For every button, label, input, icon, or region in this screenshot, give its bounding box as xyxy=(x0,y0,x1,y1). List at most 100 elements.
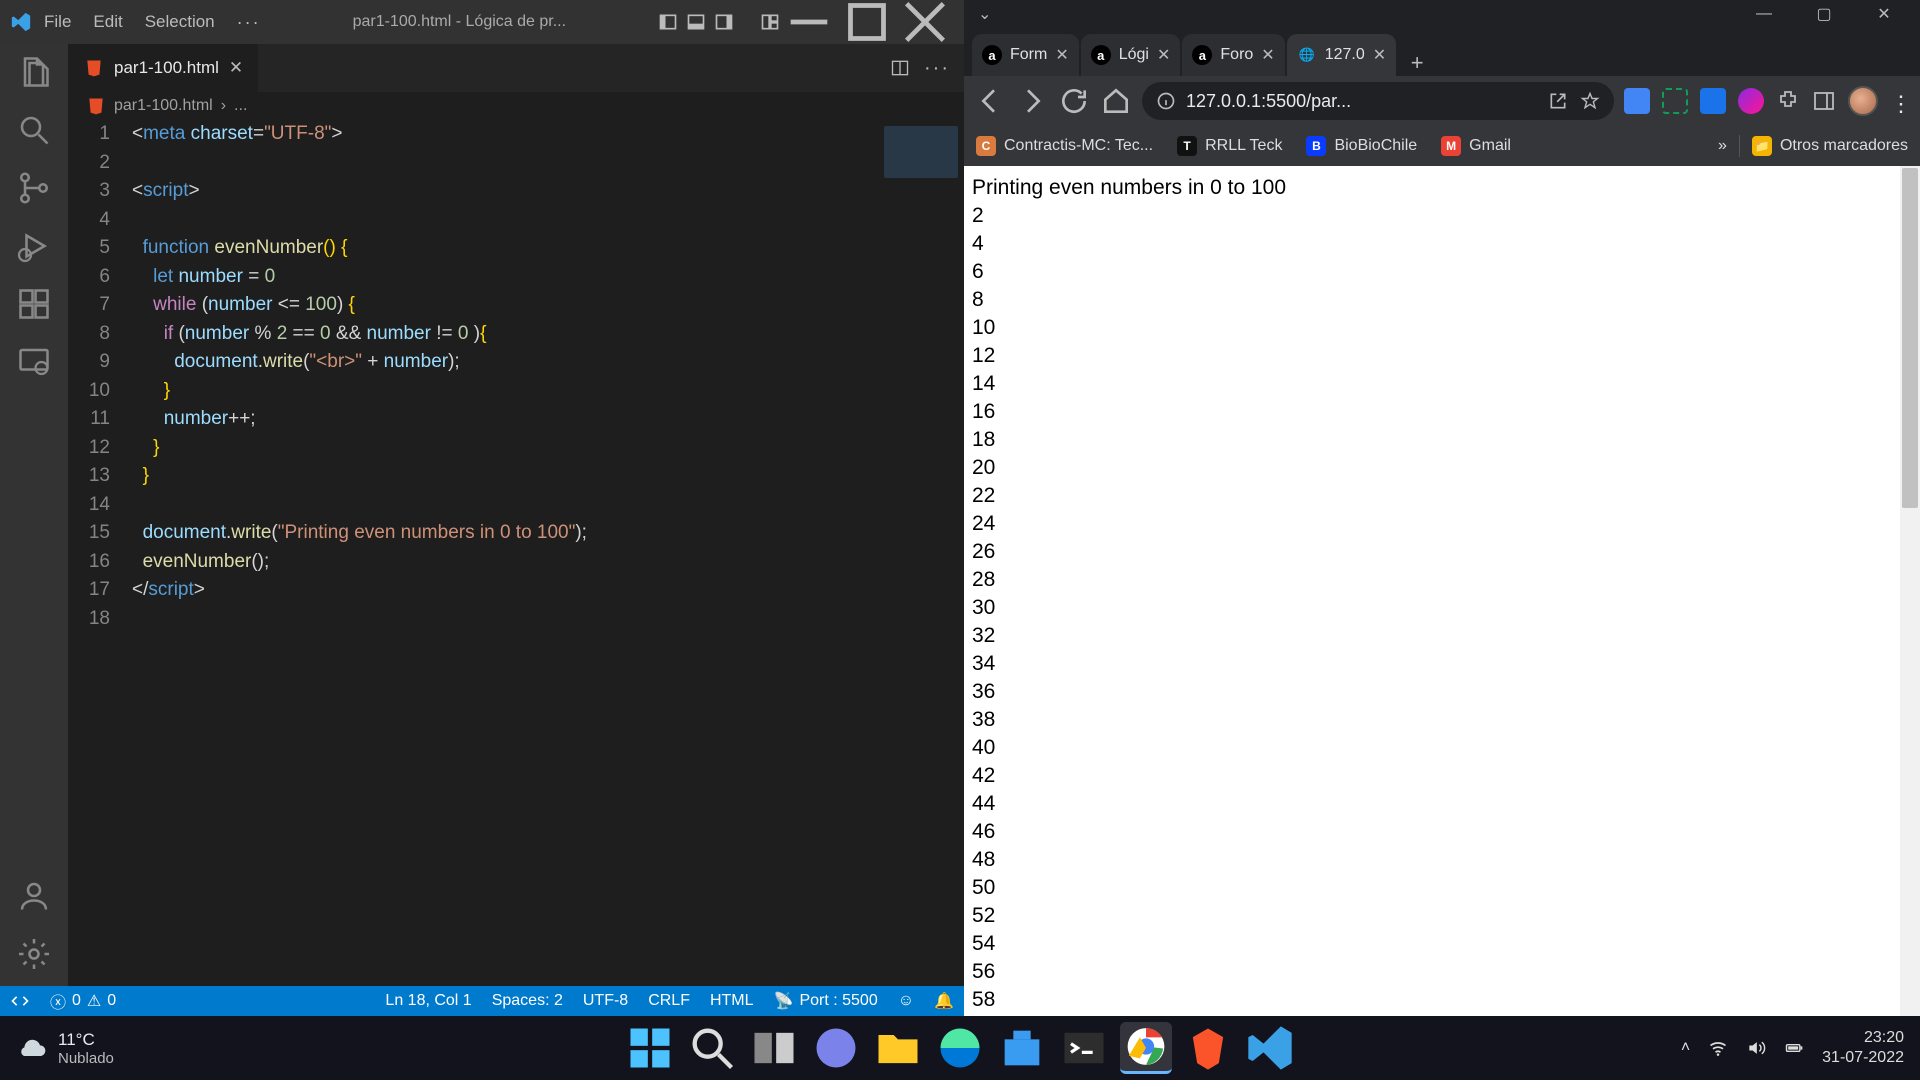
status-feedback-icon[interactable]: ☺ xyxy=(898,992,914,1010)
forward-button[interactable] xyxy=(1016,85,1048,117)
bookmark-item[interactable]: CContractis-MC: Tec... xyxy=(976,136,1153,156)
vscode-window: File Edit Selection ··· par1-100.html - … xyxy=(0,0,964,1016)
breadcrumb[interactable]: par1-100.html › ... xyxy=(68,92,964,120)
browser-tab[interactable]: a Form ✕ xyxy=(972,34,1079,76)
store-icon[interactable] xyxy=(996,1022,1048,1074)
taskbar-center xyxy=(624,1022,1296,1074)
maximize-button[interactable]: ▢ xyxy=(1794,0,1854,28)
menu-file[interactable]: File xyxy=(44,12,71,32)
translate-extension-icon[interactable] xyxy=(1624,88,1650,114)
minimize-button[interactable]: ― xyxy=(1734,0,1794,28)
scrollbar-thumb[interactable] xyxy=(1902,168,1918,508)
status-bar: ⓧ0 ⚠0 Ln 18, Col 1 Spaces: 2 UTF-8 CRLF … xyxy=(0,986,964,1016)
output-number: 32 xyxy=(972,622,1912,650)
tab-close-icon[interactable]: ✕ xyxy=(1261,45,1274,65)
code-content[interactable]: <meta charset="UTF-8"><script> function … xyxy=(132,120,878,986)
search-icon[interactable] xyxy=(16,112,52,148)
edge-icon[interactable] xyxy=(934,1022,986,1074)
volume-icon[interactable] xyxy=(1746,1038,1766,1058)
site-info-icon[interactable] xyxy=(1156,91,1176,111)
tab-close-icon[interactable]: ✕ xyxy=(1373,45,1386,65)
editor-tab-par1-100[interactable]: par1-100.html ✕ xyxy=(68,44,258,92)
other-bookmarks[interactable]: 📁 Otros marcadores xyxy=(1752,136,1908,156)
bookmark-item[interactable]: BBioBioChile xyxy=(1306,136,1417,156)
side-panel-icon[interactable] xyxy=(1812,89,1836,113)
bookmark-star-icon[interactable] xyxy=(1580,91,1600,111)
search-tabs-icon[interactable]: ⌄ xyxy=(978,4,991,24)
layout-customize-icon[interactable] xyxy=(760,12,780,32)
remote-explorer-icon[interactable] xyxy=(16,344,52,380)
weather-widget[interactable]: 11°C Nublado xyxy=(16,1030,114,1067)
settings-gear-icon[interactable] xyxy=(16,936,52,972)
status-language[interactable]: HTML xyxy=(710,992,754,1010)
terminal-icon[interactable] xyxy=(1058,1022,1110,1074)
menu-more-icon[interactable]: ··· xyxy=(237,12,261,33)
file-explorer-icon[interactable] xyxy=(872,1022,924,1074)
profile-avatar[interactable] xyxy=(1848,86,1878,116)
extensions-puzzle-icon[interactable] xyxy=(1776,89,1800,113)
vscode-taskbar-icon[interactable] xyxy=(1244,1022,1296,1074)
taskbar-search-icon[interactable] xyxy=(686,1022,738,1074)
maximize-button[interactable] xyxy=(838,0,896,44)
extension-icon[interactable] xyxy=(1738,88,1764,114)
status-bell-icon[interactable]: 🔔 xyxy=(934,991,954,1011)
back-button[interactable] xyxy=(974,85,1006,117)
explorer-icon[interactable] xyxy=(16,54,52,90)
tab-close-icon[interactable]: ✕ xyxy=(1055,45,1068,65)
code-editor[interactable]: 123456789101112131415161718 <meta charse… xyxy=(68,120,878,986)
status-live-server[interactable]: 📡Port : 5500 xyxy=(774,991,878,1011)
layout-panel-right-icon[interactable] xyxy=(714,12,734,32)
status-lncol[interactable]: Ln 18, Col 1 xyxy=(385,992,471,1010)
source-control-icon[interactable] xyxy=(16,170,52,206)
tab-close-icon[interactable]: ✕ xyxy=(229,58,243,78)
chat-icon[interactable] xyxy=(810,1022,862,1074)
close-button[interactable] xyxy=(896,0,954,44)
more-actions-icon[interactable]: ··· xyxy=(924,57,950,80)
chrome-menu-icon[interactable]: ⋮ xyxy=(1890,91,1910,111)
reload-button[interactable] xyxy=(1058,85,1090,117)
status-encoding[interactable]: UTF-8 xyxy=(583,992,628,1010)
tray-overflow-icon[interactable]: ˄ xyxy=(1681,1039,1690,1057)
address-bar[interactable]: 127.0.0.1:5500/par... xyxy=(1142,82,1614,120)
page-header-text: Printing even numbers in 0 to 100 xyxy=(972,174,1912,202)
menu-edit[interactable]: Edit xyxy=(93,12,122,32)
browser-tab[interactable]: a Foro ✕ xyxy=(1182,34,1284,76)
page-scrollbar[interactable] xyxy=(1900,166,1920,1016)
bookmarks-overflow-icon[interactable]: » xyxy=(1718,137,1727,155)
output-number: 38 xyxy=(972,706,1912,734)
remote-indicator[interactable] xyxy=(10,991,30,1011)
minimap[interactable] xyxy=(878,120,964,986)
download-extension-icon[interactable] xyxy=(1700,88,1726,114)
wifi-icon[interactable] xyxy=(1708,1038,1728,1058)
browser-tab[interactable]: a Lógi ✕ xyxy=(1081,34,1181,76)
problems-indicator[interactable]: ⓧ0 ⚠0 xyxy=(50,989,116,1013)
taskbar-clock[interactable]: 23:20 31-07-2022 xyxy=(1822,1028,1904,1068)
battery-icon[interactable] xyxy=(1784,1038,1804,1058)
bookmark-item[interactable]: MGmail xyxy=(1441,136,1511,156)
share-icon[interactable] xyxy=(1548,91,1568,111)
chrome-taskbar-icon[interactable] xyxy=(1120,1022,1172,1074)
browser-tab[interactable]: 🌐 127.0 ✕ xyxy=(1287,34,1396,76)
minimize-button[interactable] xyxy=(780,0,838,44)
brave-icon[interactable] xyxy=(1182,1022,1234,1074)
accounts-icon[interactable] xyxy=(16,878,52,914)
menu-selection[interactable]: Selection xyxy=(145,12,215,32)
tab-favicon-icon: a xyxy=(1192,45,1212,65)
run-debug-icon[interactable] xyxy=(16,228,52,264)
home-button[interactable] xyxy=(1100,85,1132,117)
status-eol[interactable]: CRLF xyxy=(648,992,690,1010)
extensions-icon[interactable] xyxy=(16,286,52,322)
status-spaces[interactable]: Spaces: 2 xyxy=(492,992,563,1010)
split-editor-icon[interactable] xyxy=(890,58,910,78)
start-button[interactable] xyxy=(624,1022,676,1074)
task-view-icon[interactable] xyxy=(748,1022,800,1074)
vscode-titlebar: File Edit Selection ··· par1-100.html - … xyxy=(0,0,964,44)
close-button[interactable]: ✕ xyxy=(1854,0,1914,28)
new-tab-button[interactable]: + xyxy=(1398,50,1436,76)
layout-panel-bottom-icon[interactable] xyxy=(686,12,706,32)
extension-icon[interactable] xyxy=(1662,88,1688,114)
minimap-thumb[interactable] xyxy=(884,126,958,178)
tab-close-icon[interactable]: ✕ xyxy=(1157,45,1170,65)
layout-panel-left-icon[interactable] xyxy=(658,12,678,32)
bookmark-item[interactable]: TRRLL Teck xyxy=(1177,136,1282,156)
